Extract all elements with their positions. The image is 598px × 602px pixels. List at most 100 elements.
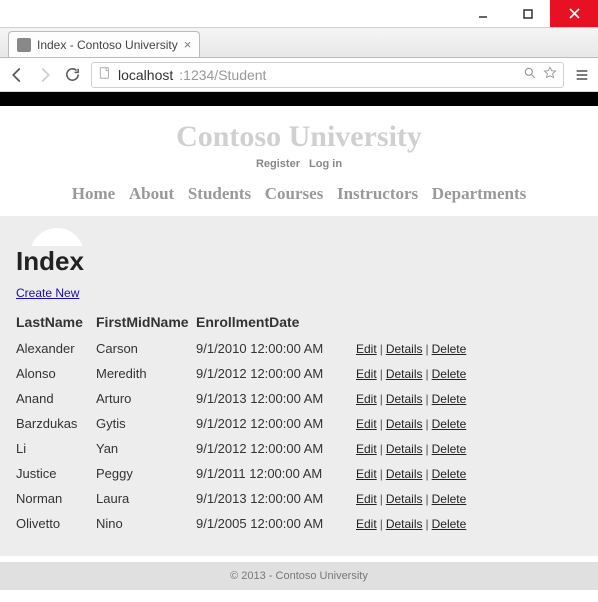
table-row: BarzdukasGytis9/1/2012 12:00:00 AMEdit|D…	[16, 411, 582, 436]
nav-departments[interactable]: Departments	[432, 184, 526, 204]
table-row: OlivettoNino9/1/2005 12:00:00 AMEdit|Det…	[16, 511, 582, 536]
delete-link[interactable]: Delete	[432, 517, 467, 531]
cell-actions: Edit|Details|Delete	[356, 336, 582, 361]
delete-link[interactable]: Delete	[432, 342, 467, 356]
url-path: :1234/Student	[179, 67, 266, 83]
tab-close-icon[interactable]: ×	[184, 37, 192, 52]
cell-lastname: Norman	[16, 486, 96, 511]
cell-firstmidname: Peggy	[96, 461, 196, 486]
page-footer: © 2013 - Contoso University	[0, 562, 598, 590]
nav-students[interactable]: Students	[188, 184, 251, 204]
tab-knob	[30, 228, 84, 246]
nav-instructors[interactable]: Instructors	[337, 184, 418, 204]
create-new-link[interactable]: Create New	[16, 286, 79, 300]
cell-lastname: Justice	[16, 461, 96, 486]
details-link[interactable]: Details	[386, 517, 423, 531]
menu-button[interactable]	[574, 67, 590, 83]
url-host: localhost	[118, 67, 173, 83]
table-row: AlexanderCarson9/1/2010 12:00:00 AMEdit|…	[16, 336, 582, 361]
cell-firstmidname: Carson	[96, 336, 196, 361]
cell-firstmidname: Meredith	[96, 361, 196, 386]
cell-lastname: Barzdukas	[16, 411, 96, 436]
delete-link[interactable]: Delete	[432, 417, 467, 431]
cell-firstmidname: Gytis	[96, 411, 196, 436]
cell-lastname: Anand	[16, 386, 96, 411]
delete-link[interactable]: Delete	[432, 367, 467, 381]
cell-lastname: Olivetto	[16, 511, 96, 536]
reload-button[interactable]	[64, 66, 81, 83]
auth-links: Register Log in	[0, 158, 598, 170]
address-bar[interactable]: localhost :1234/Student	[91, 62, 564, 88]
bookmark-star-icon[interactable]	[543, 66, 557, 83]
cell-lastname: Li	[16, 436, 96, 461]
edit-link[interactable]: Edit	[356, 517, 377, 531]
cell-enrollmentdate: 9/1/2011 12:00:00 AM	[196, 461, 356, 486]
top-black-bar	[0, 92, 598, 106]
edit-link[interactable]: Edit	[356, 392, 377, 406]
table-row: AnandArturo9/1/2013 12:00:00 AMEdit|Deta…	[16, 386, 582, 411]
details-link[interactable]: Details	[386, 492, 423, 506]
nav-courses[interactable]: Courses	[265, 184, 324, 204]
table-row: LiYan9/1/2012 12:00:00 AMEdit|Details|De…	[16, 436, 582, 461]
login-link[interactable]: Log in	[309, 158, 342, 170]
back-button[interactable]	[8, 66, 26, 84]
delete-link[interactable]: Delete	[432, 492, 467, 506]
edit-link[interactable]: Edit	[356, 492, 377, 506]
window-maximize-button[interactable]	[505, 0, 550, 27]
site-title: Contoso University	[0, 120, 598, 154]
nav-about[interactable]: About	[129, 184, 174, 204]
details-link[interactable]: Details	[386, 467, 423, 481]
edit-link[interactable]: Edit	[356, 342, 377, 356]
browser-toolbar: localhost :1234/Student	[0, 58, 598, 92]
cell-enrollmentdate: 9/1/2013 12:00:00 AM	[196, 486, 356, 511]
cell-enrollmentdate: 9/1/2013 12:00:00 AM	[196, 386, 356, 411]
search-icon[interactable]	[523, 66, 537, 83]
cell-enrollmentdate: 9/1/2010 12:00:00 AM	[196, 336, 356, 361]
col-enrollmentdate: EnrollmentDate	[196, 310, 356, 336]
cell-actions: Edit|Details|Delete	[356, 411, 582, 436]
table-row: AlonsoMeredith9/1/2012 12:00:00 AMEdit|D…	[16, 361, 582, 386]
details-link[interactable]: Details	[386, 442, 423, 456]
main-nav: Home About Students Courses Instructors …	[0, 184, 598, 216]
students-table: LastName FirstMidName EnrollmentDate Ale…	[16, 310, 582, 536]
browser-tab[interactable]: Index - Contoso University ×	[8, 31, 200, 57]
cell-actions: Edit|Details|Delete	[356, 386, 582, 411]
details-link[interactable]: Details	[386, 367, 423, 381]
page-heading: Index	[16, 246, 582, 277]
col-lastname: LastName	[16, 310, 96, 336]
page-icon	[98, 66, 112, 83]
cell-actions: Edit|Details|Delete	[356, 511, 582, 536]
forward-button[interactable]	[36, 66, 54, 84]
tab-title: Index - Contoso University	[37, 38, 178, 52]
delete-link[interactable]: Delete	[432, 392, 467, 406]
cell-lastname: Alexander	[16, 336, 96, 361]
cell-enrollmentdate: 9/1/2012 12:00:00 AM	[196, 436, 356, 461]
delete-link[interactable]: Delete	[432, 467, 467, 481]
details-link[interactable]: Details	[386, 342, 423, 356]
cell-actions: Edit|Details|Delete	[356, 361, 582, 386]
details-link[interactable]: Details	[386, 417, 423, 431]
browser-tabstrip: Index - Contoso University ×	[0, 28, 598, 58]
table-row: NormanLaura9/1/2013 12:00:00 AMEdit|Deta…	[16, 486, 582, 511]
footer-text: © 2013 - Contoso University	[230, 570, 368, 582]
cell-firstmidname: Laura	[96, 486, 196, 511]
edit-link[interactable]: Edit	[356, 367, 377, 381]
cell-enrollmentdate: 9/1/2012 12:00:00 AM	[196, 411, 356, 436]
window-titlebar	[0, 0, 598, 28]
cell-lastname: Alonso	[16, 361, 96, 386]
cell-actions: Edit|Details|Delete	[356, 486, 582, 511]
edit-link[interactable]: Edit	[356, 467, 377, 481]
nav-home[interactable]: Home	[72, 184, 115, 204]
cell-firstmidname: Arturo	[96, 386, 196, 411]
window-close-button[interactable]	[550, 0, 598, 27]
register-link[interactable]: Register	[256, 158, 300, 170]
delete-link[interactable]: Delete	[432, 442, 467, 456]
col-firstmidname: FirstMidName	[96, 310, 196, 336]
col-actions	[356, 310, 582, 336]
edit-link[interactable]: Edit	[356, 442, 377, 456]
favicon-icon	[17, 38, 31, 52]
window-minimize-button[interactable]	[460, 0, 505, 27]
details-link[interactable]: Details	[386, 392, 423, 406]
edit-link[interactable]: Edit	[356, 417, 377, 431]
cell-actions: Edit|Details|Delete	[356, 436, 582, 461]
